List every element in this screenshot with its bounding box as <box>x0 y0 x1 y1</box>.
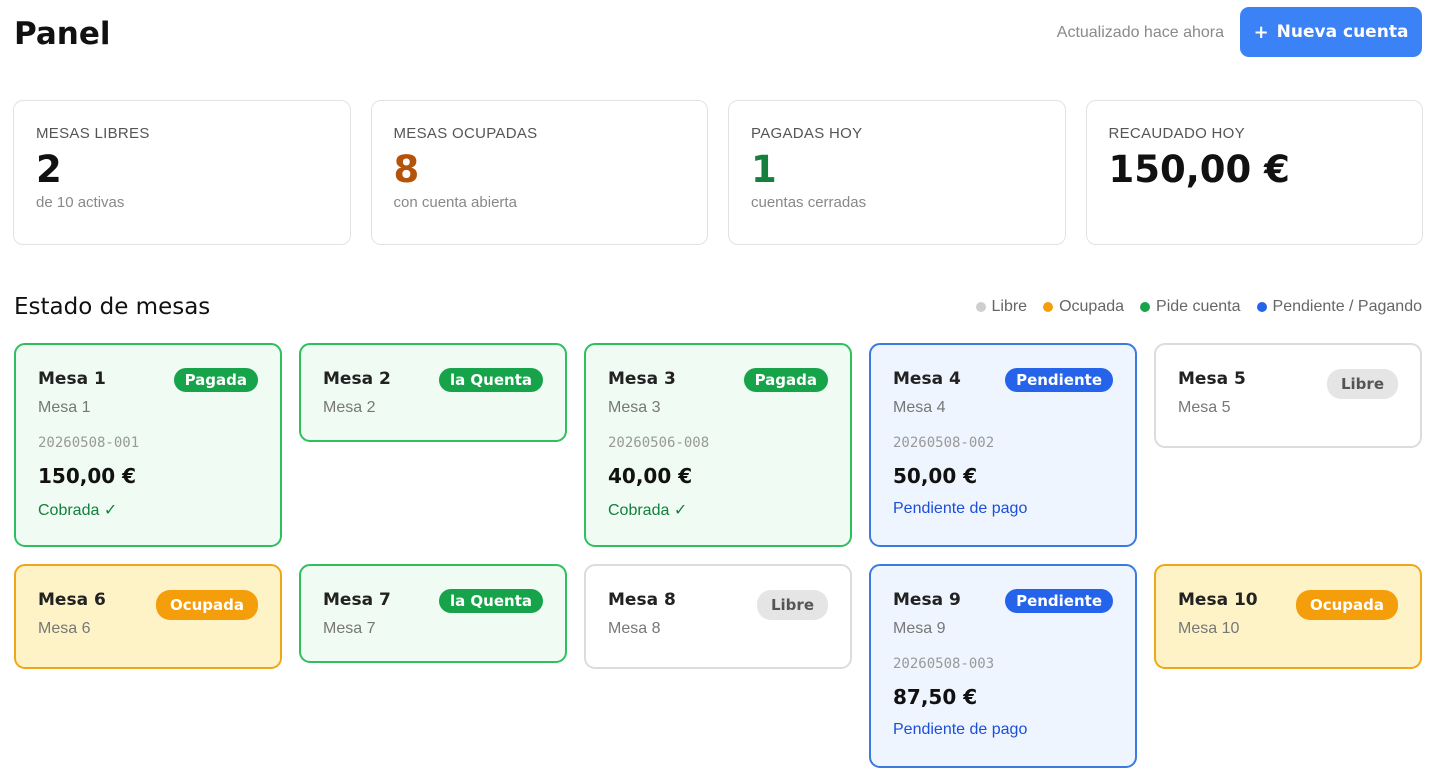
ticket-number: 20260508-003 <box>893 656 995 672</box>
amount: 87,50 € <box>893 685 978 709</box>
status-badge: Pagada <box>173 368 258 392</box>
table-card-mesa-3[interactable]: Mesa 3 Pagada Mesa 3 20260506-008 40,00 … <box>584 343 852 547</box>
amount: 50,00 € <box>893 464 978 488</box>
legend-label: Pendiente / Pagando <box>1272 298 1422 315</box>
legend-dot-icon <box>1256 302 1267 312</box>
table-sub: Mesa 1 <box>38 399 91 416</box>
stat-label: RECAUDADO HOY <box>1108 125 1245 142</box>
amount: 40,00 € <box>608 464 693 488</box>
stat-sub: con cuenta abierta <box>393 194 517 211</box>
table-card-mesa-2[interactable]: Mesa 2 la Quenta Mesa 2 <box>299 343 567 442</box>
payment-status: Pendiente de pago <box>893 500 1028 517</box>
status-badge: Ocupada <box>155 590 258 620</box>
table-sub: Mesa 10 <box>1178 620 1240 637</box>
stat-sub: de 10 activas <box>36 194 125 211</box>
stat-card-paid: PAGADAS HOY 1 cuentas cerradas <box>728 100 1066 245</box>
payment-status: Pendiente de pago <box>893 721 1028 738</box>
table-sub: Mesa 4 <box>893 399 946 416</box>
status-legend: Libre Ocupada Pide cuenta Pendiente / Pa… <box>975 298 1422 316</box>
table-sub: Mesa 9 <box>893 620 946 637</box>
status-badge: Pendiente <box>1005 589 1113 613</box>
status-badge: Ocupada <box>1295 590 1398 620</box>
payment-status: Cobrada ✓ <box>38 502 118 519</box>
updated-label: Actualizado hace ahora <box>1056 24 1224 41</box>
plus-icon: + <box>1253 21 1269 43</box>
legend-label: Ocupada <box>1059 298 1125 315</box>
table-sub: Mesa 2 <box>323 399 376 416</box>
stat-sub: cuentas cerradas <box>751 194 867 211</box>
status-badge: Pendiente <box>1005 368 1113 392</box>
table-card-mesa-9[interactable]: Mesa 9 Pendiente Mesa 9 20260508-003 87,… <box>869 564 1137 768</box>
table-card-mesa-6[interactable]: Mesa 6 Ocupada Mesa 6 <box>14 564 282 669</box>
table-sub: Mesa 6 <box>38 620 91 637</box>
stat-value: 150,00 € <box>1108 148 1290 191</box>
stat-card-occupied: MESAS OCUPADAS 8 con cuenta abierta <box>370 100 708 245</box>
stats-row: MESAS LIBRES 2 de 10 activas MESAS OCUPA… <box>13 100 1423 245</box>
table-card-mesa-4[interactable]: Mesa 4 Pendiente Mesa 4 20260508-002 50,… <box>869 343 1137 547</box>
legend-dot-icon <box>1140 302 1151 312</box>
table-card-mesa-7[interactable]: Mesa 7 la Quenta Mesa 7 <box>299 564 567 663</box>
stat-label: MESAS OCUPADAS <box>393 125 538 142</box>
table-sub: Mesa 7 <box>323 620 376 637</box>
ticket-number: 20260508-002 <box>893 435 995 451</box>
legend-label: Libre <box>991 298 1028 315</box>
legend-dot-icon <box>975 302 986 312</box>
status-badge: Libre <box>1326 369 1398 399</box>
header: Panel Actualizado hace ahora + Nueva cue… <box>14 7 1422 58</box>
legend-label: Pide cuenta <box>1156 298 1241 315</box>
table-card-mesa-5[interactable]: Mesa 5 Libre Mesa 5 <box>1154 343 1422 448</box>
stat-label: MESAS LIBRES <box>36 125 150 142</box>
page-title: Panel <box>14 16 111 52</box>
ticket-number: 20260508-001 <box>38 435 140 451</box>
status-badge: Pagada <box>743 368 828 392</box>
legend-dot-icon <box>1043 302 1054 312</box>
ticket-number: 20260506-008 <box>608 435 710 451</box>
new-account-label: Nueva cuenta <box>1276 22 1409 42</box>
table-sub: Mesa 8 <box>608 620 661 637</box>
table-card-mesa-10[interactable]: Mesa 10 Ocupada Mesa 10 <box>1154 564 1422 669</box>
stat-value: 1 <box>751 148 777 191</box>
stat-card-revenue: RECAUDADO HOY 150,00 € <box>1085 100 1423 245</box>
table-sub: Mesa 3 <box>608 399 661 416</box>
stat-label: PAGADAS HOY <box>751 125 863 142</box>
status-badge: la Quenta <box>438 589 543 613</box>
stat-value: 8 <box>393 148 420 191</box>
amount: 150,00 € <box>38 464 137 488</box>
legend-item-pide-cuenta: Pide cuenta <box>1140 298 1241 316</box>
stat-value: 2 <box>36 148 62 191</box>
section-title: Estado de mesas <box>14 294 211 320</box>
new-account-button[interactable]: + Nueva cuenta <box>1240 7 1422 57</box>
payment-status: Cobrada ✓ <box>608 502 688 519</box>
status-badge: Libre <box>756 590 828 620</box>
table-sub: Mesa 5 <box>1178 399 1231 416</box>
table-card-mesa-8[interactable]: Mesa 8 Libre Mesa 8 <box>584 564 852 669</box>
legend-item-pendiente: Pendiente / Pagando <box>1256 298 1422 316</box>
legend-item-libre: Libre <box>975 298 1028 316</box>
table-card-mesa-1[interactable]: Mesa 1 Pagada Mesa 1 20260508-001 150,00… <box>14 343 282 547</box>
status-badge: la Quenta <box>438 368 543 392</box>
stat-card-free: MESAS LIBRES 2 de 10 activas <box>13 100 351 245</box>
legend-item-ocupada: Ocupada <box>1043 298 1124 316</box>
